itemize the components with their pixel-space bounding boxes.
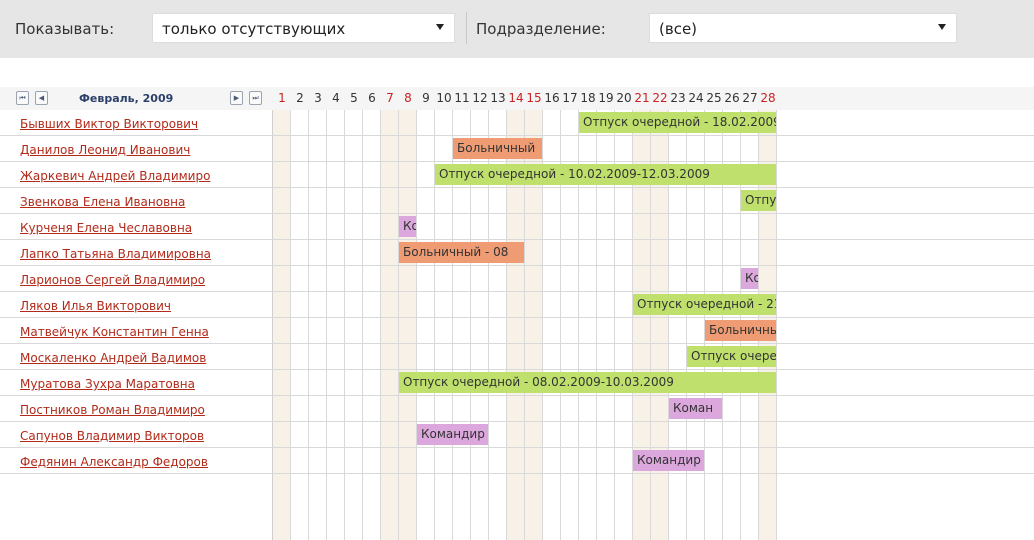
employee-row: Федянин Александр Федоров Командир	[0, 448, 1034, 474]
employee-row: Жаркевич Андрей Владимиро Отпуск очередно…	[0, 162, 1034, 188]
vacation-bar[interactable]: Отпуск очередной - 18.02.2009-20.	[579, 112, 776, 133]
calendar-header: ⏮ ◀ Февраль, 2009 ▶ ⏭ 1 2 3 4 5 6 7 8 9 10 11 12 13 1…	[0, 87, 1034, 110]
last-month-icon[interactable]: ⏭	[249, 91, 262, 105]
business-trip-bar[interactable]: Ко	[399, 216, 416, 237]
vacation-bar[interactable]: Отпуск очередн	[687, 346, 776, 367]
employee-name-link[interactable]: Москаленко Андрей Вадимов	[20, 351, 272, 365]
day-header: 20	[616, 91, 632, 105]
employee-name-link[interactable]: Ляков Илья Викторович	[20, 299, 272, 313]
sick-leave-bar[interactable]: Больничный - 08	[399, 242, 524, 263]
employee-name-link[interactable]: Сапунов Владимир Викторов	[20, 429, 272, 443]
toolbar-divider	[466, 12, 467, 44]
day-header: 5	[350, 91, 358, 105]
day-header: 6	[368, 91, 376, 105]
day-header: 4	[332, 91, 340, 105]
day-header: 11	[454, 91, 470, 105]
day-header: 10	[436, 91, 452, 105]
employee-name-link[interactable]: Муратова Зухра Маратовна	[20, 377, 272, 391]
next-month-icon[interactable]: ▶	[230, 91, 243, 105]
day-header: 16	[544, 91, 560, 105]
employee-row: Матвейчук Константин Генна Больничный	[0, 318, 1034, 344]
business-trip-bar[interactable]: Коман	[669, 398, 722, 419]
business-trip-bar[interactable]: Командир	[417, 424, 488, 445]
show-label: Показывать:	[15, 20, 115, 38]
chevron-down-icon	[436, 24, 444, 30]
employee-row: Бывших Виктор Викторович Отпуск очередной…	[0, 110, 1034, 136]
employee-name-link[interactable]: Федянин Александр Федоров	[20, 455, 272, 469]
vacation-bar[interactable]: Отпу	[741, 190, 776, 211]
employee-name-link[interactable]: Постников Роман Владимиро	[20, 403, 272, 417]
business-trip-bar[interactable]: Командир	[633, 450, 704, 471]
employee-name-link[interactable]: Ларионов Сергей Владимиро	[20, 273, 272, 287]
employee-name-link[interactable]: Матвейчук Константин Генна	[20, 325, 272, 339]
day-header: 25	[706, 91, 722, 105]
department-value: (все)	[659, 20, 698, 38]
employee-row: Постников Роман Владимиро Коман	[0, 396, 1034, 422]
employee-row: Данилов Леонид Иванович Больничный	[0, 136, 1034, 162]
day-header: 2	[296, 91, 304, 105]
employee-row: Ларионов Сергей Владимиро Ко	[0, 266, 1034, 292]
vacation-bar[interactable]: Отпуск очередной - 08.02.2009-10.03.2009	[399, 372, 776, 393]
employee-row: Звенкова Елена Ивановна Отпу	[0, 188, 1034, 214]
day-header: 26	[724, 91, 740, 105]
department-select[interactable]: (все)	[649, 13, 957, 43]
month-label: Февраль, 2009	[79, 92, 174, 105]
show-filter-select[interactable]: только отсутствующих	[152, 13, 455, 43]
chevron-down-icon	[938, 24, 946, 30]
employee-row: Москаленко Андрей Вадимов Отпуск очередн	[0, 344, 1034, 370]
day-header: 23	[670, 91, 686, 105]
day-header: 14	[508, 91, 524, 105]
day-header: 3	[314, 91, 322, 105]
sick-leave-bar[interactable]: Больничный	[705, 320, 776, 341]
employee-name-link[interactable]: Жаркевич Андрей Владимиро	[20, 169, 272, 183]
day-header: 15	[526, 91, 542, 105]
show-filter-value: только отсутствующих	[162, 20, 346, 38]
day-header: 1	[278, 91, 286, 105]
filter-toolbar: Показывать: только отсутствующих Подразд…	[0, 0, 1034, 58]
day-header: 19	[598, 91, 614, 105]
day-header: 21	[634, 91, 650, 105]
day-header: 17	[562, 91, 578, 105]
employee-row: Курченя Елена Чеславовна Ко	[0, 214, 1034, 240]
day-header: 24	[688, 91, 704, 105]
sick-leave-bar[interactable]: Больничный	[453, 138, 542, 159]
first-month-icon[interactable]: ⏮	[16, 91, 29, 105]
employee-row: Лапко Татьяна Владимировна Больничный - 0…	[0, 240, 1034, 266]
employee-row: Муратова Зухра Маратовна Отпуск очередной…	[0, 370, 1034, 396]
employee-row: Сапунов Владимир Викторов Командир	[0, 422, 1034, 448]
absence-calendar: ⏮ ◀ Февраль, 2009 ▶ ⏭ 1 2 3 4 5 6 7 8 9 10 11 12 13 1…	[0, 87, 1034, 540]
vacation-bar[interactable]: Отпуск очередной - 10.02.2009-12.03.2009	[435, 164, 776, 185]
day-header: 8	[404, 91, 412, 105]
day-header: 13	[490, 91, 506, 105]
employee-name-link[interactable]: Данилов Леонид Иванович	[20, 143, 272, 157]
employee-row: Ляков Илья Викторович Отпуск очередной - …	[0, 292, 1034, 318]
day-header: 12	[472, 91, 488, 105]
day-header: 27	[742, 91, 758, 105]
day-header: 7	[386, 91, 394, 105]
employee-name-link[interactable]: Бывших Виктор Викторович	[20, 117, 272, 131]
day-header: 9	[422, 91, 430, 105]
day-header: 22	[652, 91, 668, 105]
employee-name-link[interactable]: Курченя Елена Чеславовна	[20, 221, 272, 235]
employee-name-link[interactable]: Лапко Татьяна Владимировна	[20, 247, 272, 261]
business-trip-bar[interactable]: Ко	[741, 268, 758, 289]
day-header: 28	[760, 91, 776, 105]
prev-month-icon[interactable]: ◀	[35, 91, 48, 105]
day-header: 18	[580, 91, 596, 105]
employee-name-link[interactable]: Звенкова Елена Ивановна	[20, 195, 272, 209]
department-label: Подразделение:	[476, 20, 606, 38]
vacation-bar[interactable]: Отпуск очередной - 21.02	[633, 294, 776, 315]
